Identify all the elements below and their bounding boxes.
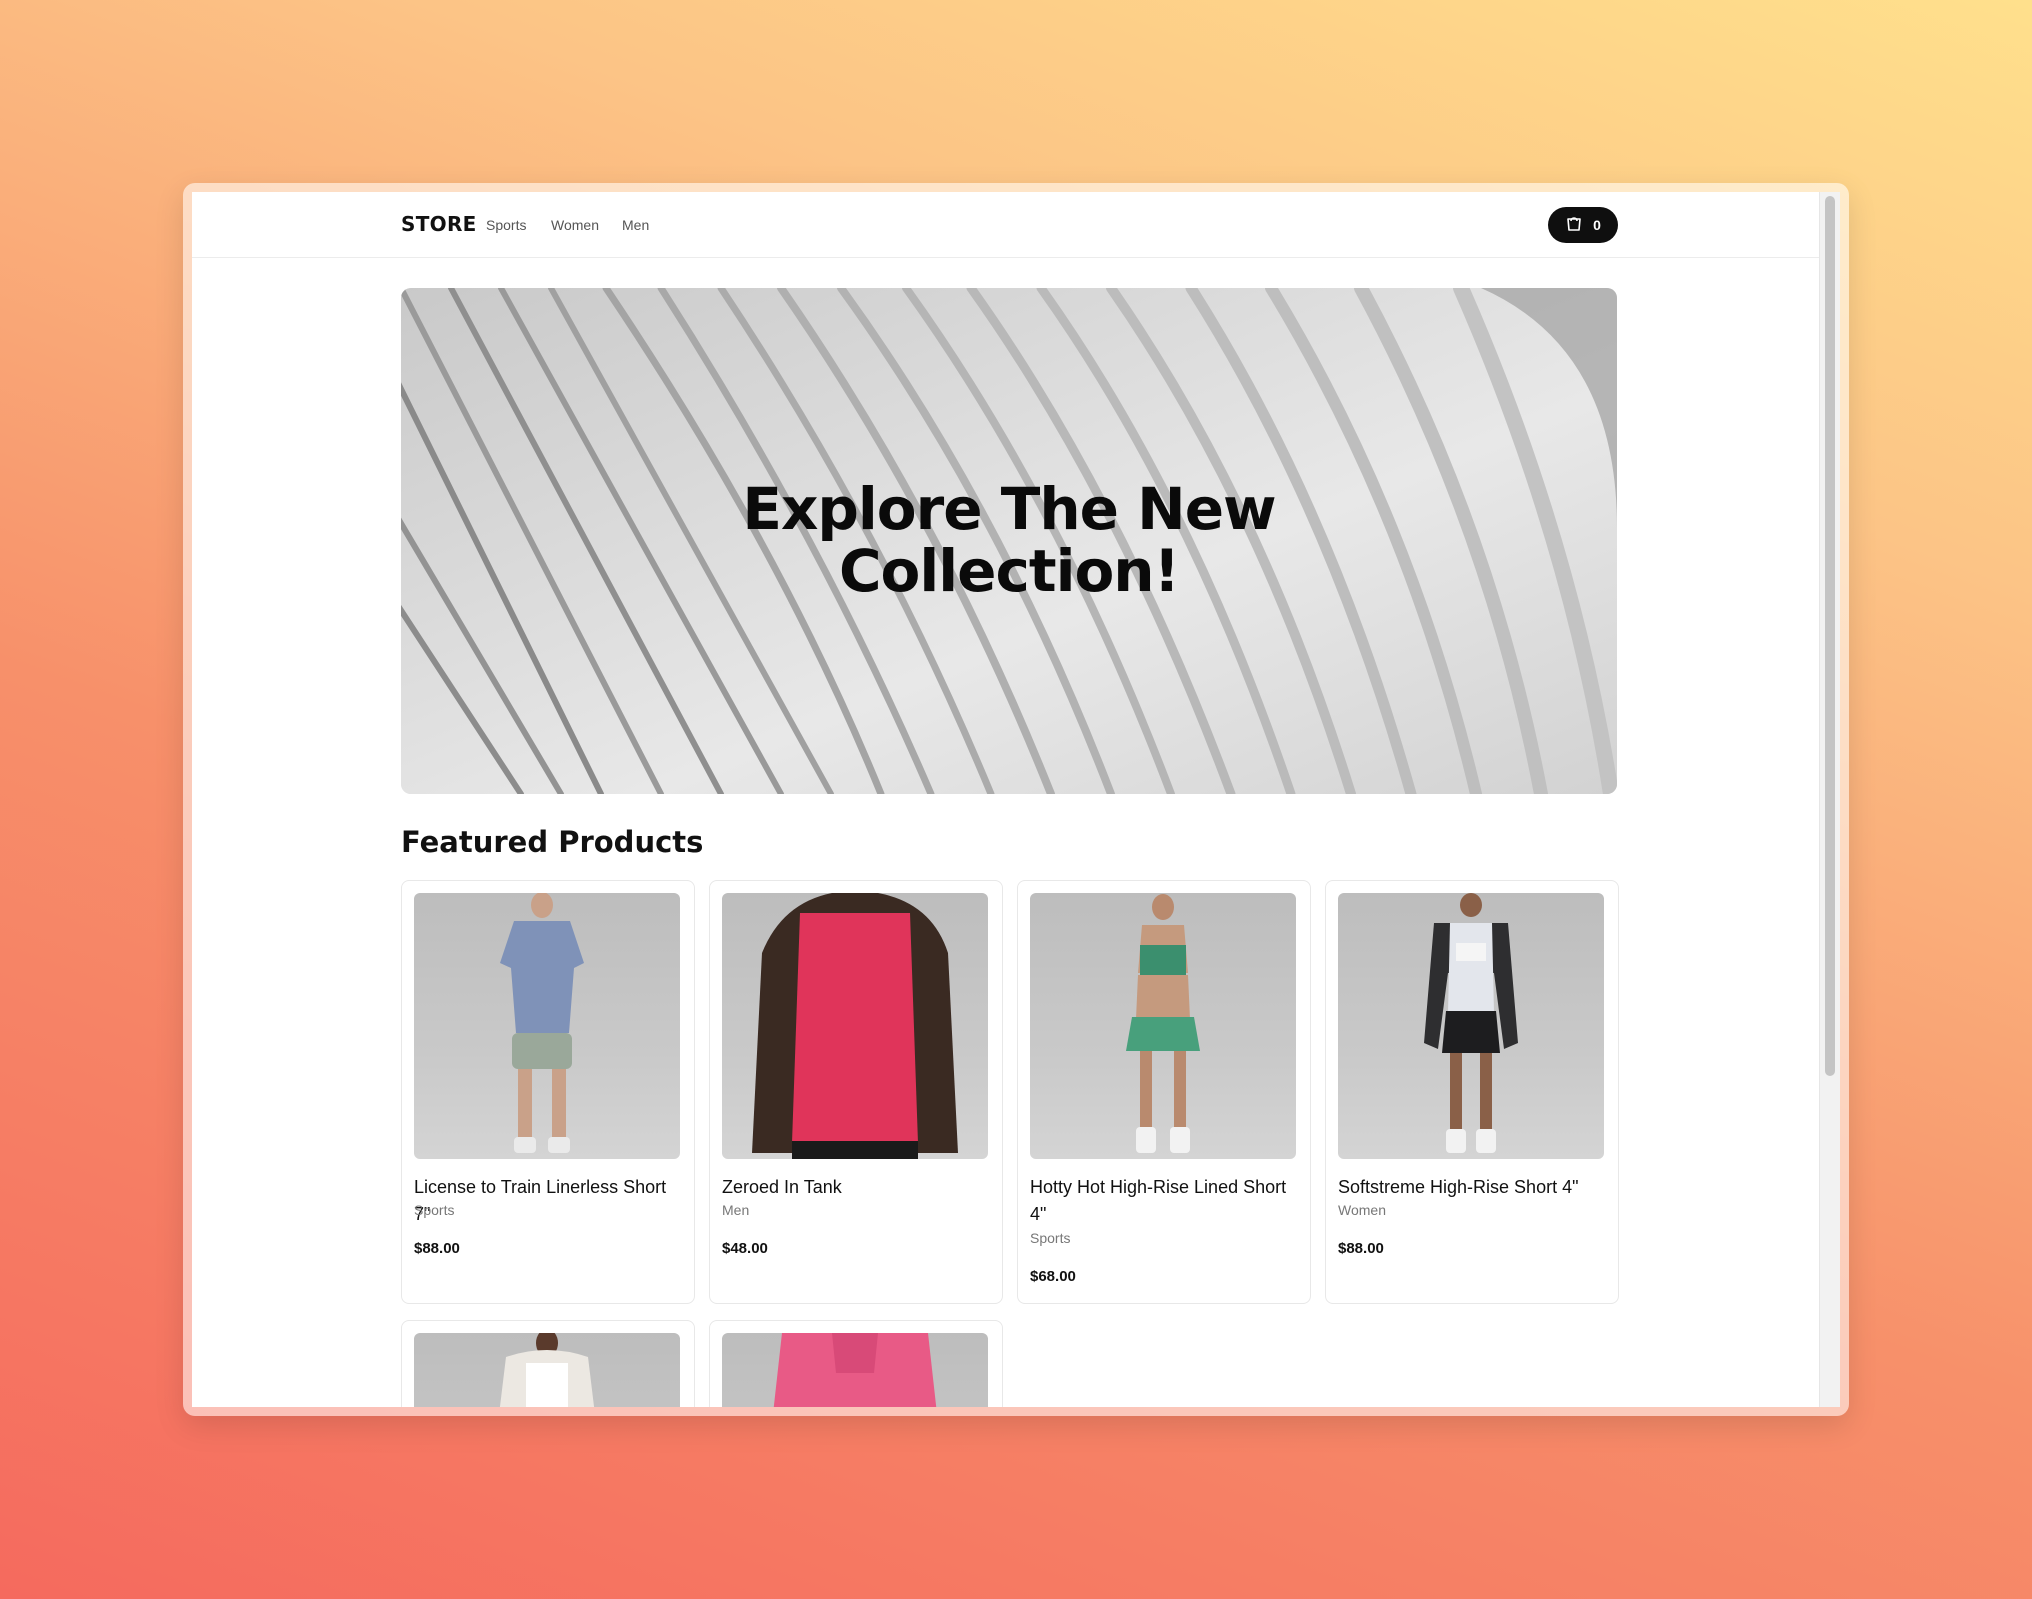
product-card[interactable]: Softstreme High-Rise Short 4" Women $88.… [1325, 880, 1619, 1304]
product-category: Women [1338, 1202, 1386, 1218]
hero-title: Explore The New Collection! [401, 478, 1617, 602]
product-card[interactable]: Hotty Hot High-Rise Lined Short 4" Sport… [1017, 880, 1311, 1304]
product-card[interactable]: Zeroed In Tank Men $48.00 [709, 880, 1003, 1304]
hero-title-line-1: Explore The New [742, 475, 1276, 543]
browser-window: STORE Sports Women Men 0 Explore The New… [183, 183, 1849, 1416]
product-category: Sports [414, 1202, 455, 1218]
product-image[interactable] [722, 1333, 988, 1407]
product-name[interactable]: Softstreme High-Rise Short 4" [1338, 1174, 1608, 1201]
product-category: Sports [1030, 1230, 1071, 1246]
hero-title-line-2: Collection! [838, 537, 1180, 605]
cart-count-badge: 0 [1593, 217, 1601, 233]
product-category: Men [722, 1202, 750, 1218]
product-image[interactable] [414, 1333, 680, 1407]
product-name[interactable]: Zeroed In Tank [722, 1174, 992, 1201]
page-viewport: STORE Sports Women Men 0 Explore The New… [192, 192, 1840, 1407]
shopping-bag-icon [1565, 214, 1583, 237]
product-card[interactable]: License to Train Linerless Short 7" Spor… [401, 880, 695, 1304]
product-image[interactable] [722, 893, 988, 1159]
vertical-scrollbar[interactable] [1819, 192, 1840, 1407]
product-name[interactable]: Hotty Hot High-Rise Lined Short 4" [1030, 1174, 1300, 1228]
hero-banner[interactable]: Explore The New Collection! [401, 288, 1617, 794]
product-price: $68.00 [1030, 1268, 1076, 1285]
nav-link-men[interactable]: Men [622, 217, 649, 233]
product-price: $88.00 [414, 1240, 460, 1257]
product-image[interactable] [1338, 893, 1604, 1159]
product-image[interactable] [414, 893, 680, 1159]
product-name[interactable]: License to Train Linerless Short 7" [414, 1174, 684, 1228]
cart-button[interactable]: 0 [1548, 207, 1618, 243]
store-logo[interactable]: STORE [401, 212, 477, 236]
product-price: $48.00 [722, 1240, 768, 1257]
nav-link-women[interactable]: Women [551, 217, 599, 233]
nav-link-sports[interactable]: Sports [486, 217, 526, 233]
product-card[interactable] [709, 1320, 1003, 1407]
product-image[interactable] [1030, 893, 1296, 1159]
featured-products-heading: Featured Products [401, 825, 704, 859]
scrollbar-thumb[interactable] [1825, 196, 1835, 1076]
top-navigation-bar: STORE Sports Women Men 0 [192, 192, 1820, 258]
product-card[interactable] [401, 1320, 695, 1407]
product-price: $88.00 [1338, 1240, 1384, 1257]
